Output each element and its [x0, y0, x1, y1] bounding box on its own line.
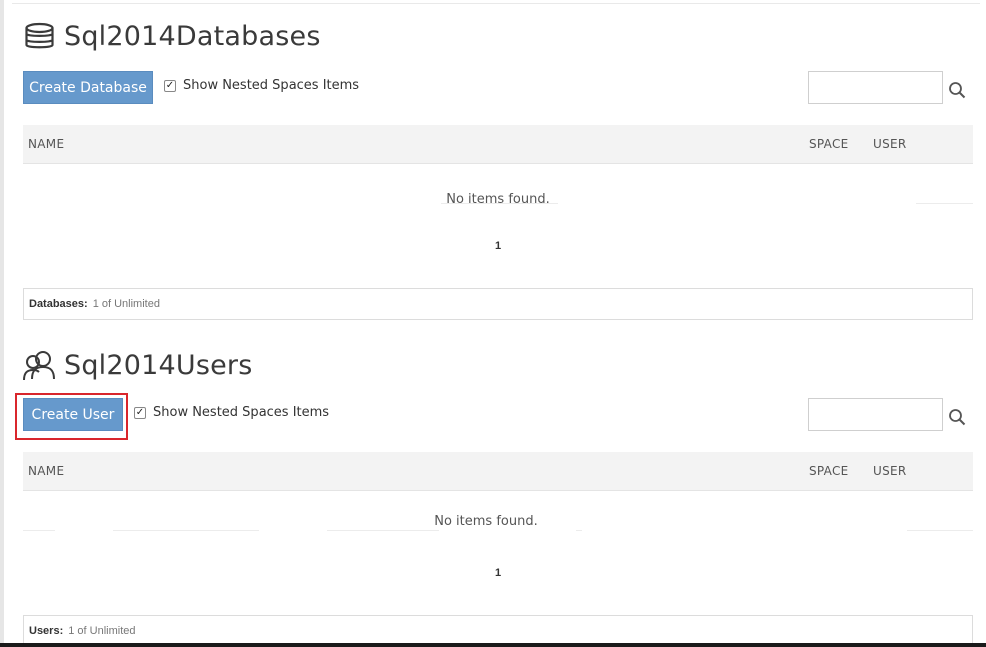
row-divider: [113, 530, 259, 531]
left-border: [0, 0, 4, 647]
nested-users-label: Show Nested Spaces Items: [153, 405, 330, 420]
databases-quota: Databases: 1 of Unlimited: [23, 288, 973, 320]
databases-page-number[interactable]: 1: [23, 240, 973, 252]
row-divider: [907, 530, 973, 531]
create-user-highlight: [15, 393, 128, 440]
column-name[interactable]: NAME: [28, 464, 64, 478]
row-divider: [23, 530, 55, 531]
show-nested-databases-toggle[interactable]: ✓ Show Nested Spaces Items: [164, 78, 359, 93]
create-database-button[interactable]: Create Database: [23, 71, 153, 104]
databases-search-input[interactable]: [808, 71, 943, 104]
databases-table-header: NAME SPACE USER: [23, 125, 973, 164]
database-icon: [25, 22, 54, 49]
nested-users-checkbox[interactable]: ✓: [134, 406, 146, 419]
users-page-number[interactable]: 1: [23, 567, 973, 579]
column-name[interactable]: NAME: [28, 137, 64, 151]
row-divider: [576, 530, 582, 531]
users-search-input[interactable]: [808, 398, 943, 431]
row-divider: [327, 530, 439, 531]
column-user[interactable]: USER: [873, 137, 907, 151]
users-icon: [23, 351, 55, 381]
users-quota-label: Users:: [29, 625, 64, 637]
databases-quota-value: 1 of Unlimited: [92, 298, 160, 310]
bottom-edge: [0, 643, 986, 647]
nested-databases-label: Show Nested Spaces Items: [183, 78, 360, 93]
nested-databases-checkbox[interactable]: ✓: [164, 79, 176, 92]
column-space[interactable]: SPACE: [809, 464, 849, 478]
databases-title: Sql2014Databases: [64, 20, 321, 52]
column-space[interactable]: SPACE: [809, 137, 849, 151]
search-icon[interactable]: [948, 81, 966, 99]
users-title: Sql2014Users: [64, 349, 253, 381]
databases-section: Sql2014Databases Create Database ✓ Show …: [23, 0, 973, 330]
users-quota-value: 1 of Unlimited: [68, 625, 136, 637]
show-nested-users-toggle[interactable]: ✓ Show Nested Spaces Items: [134, 405, 329, 420]
column-user[interactable]: USER: [873, 464, 907, 478]
databases-header: Sql2014Databases: [23, 20, 321, 52]
users-table-header: NAME SPACE USER: [23, 452, 973, 491]
users-empty-message: No items found.: [434, 514, 538, 529]
databases-quota-label: Databases:: [29, 298, 88, 310]
databases-empty-message: No items found.: [446, 192, 550, 207]
users-section: Sql2014Users Create User ✓ Show Nested S…: [15, 330, 973, 647]
users-header: Sql2014Users: [23, 347, 253, 383]
search-icon[interactable]: [948, 408, 966, 426]
